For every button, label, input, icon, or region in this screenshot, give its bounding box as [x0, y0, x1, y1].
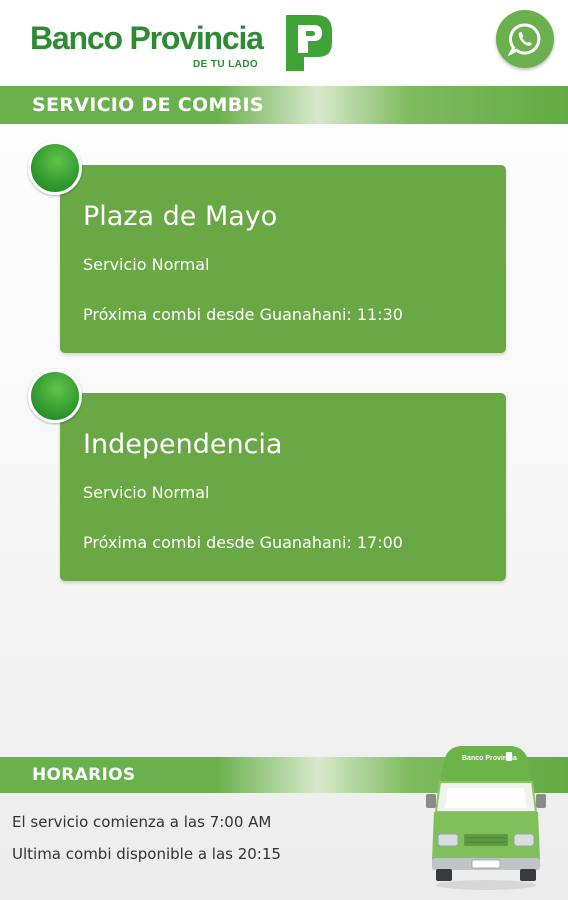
route-next-departure: Próxima combi desde Guanahani: 11:30 — [83, 305, 403, 324]
route-card-plaza-de-mayo[interactable]: Plaza de Mayo Servicio Normal Próxima co… — [28, 141, 506, 353]
whatsapp-button[interactable] — [496, 10, 554, 68]
route-status: Servicio Normal — [83, 483, 210, 502]
route-next-departure: Próxima combi desde Guanahani: 17:00 — [83, 533, 403, 552]
section-title: SERVICIO DE COMBIS — [32, 94, 264, 116]
route-name: Independencia — [83, 429, 283, 460]
route-status-dot-icon — [28, 141, 82, 195]
banco-provincia-logo-icon — [286, 15, 332, 71]
route-status: Servicio Normal — [83, 255, 210, 274]
brand-name: Banco Provincia — [30, 20, 264, 56]
service-start-time: El servicio comienza a las 7:00 AM — [12, 813, 272, 831]
app-header: Banco Provincia DE TU LADO — [0, 0, 568, 84]
services-section-header: SERVICIO DE COMBIS — [0, 86, 568, 124]
last-combi-time: Ultima combi disponible a las 20:15 — [12, 845, 281, 863]
horarios-title: HORARIOS — [32, 765, 136, 785]
route-name: Plaza de Mayo — [83, 201, 278, 232]
whatsapp-icon — [508, 23, 541, 56]
brand-tagline: DE TU LADO — [193, 59, 259, 70]
combi-van-illustration: Banco Provincia — [426, 746, 546, 890]
route-card-independencia[interactable]: Independencia Servicio Normal Próxima co… — [28, 369, 506, 581]
route-status-dot-icon — [28, 369, 82, 423]
